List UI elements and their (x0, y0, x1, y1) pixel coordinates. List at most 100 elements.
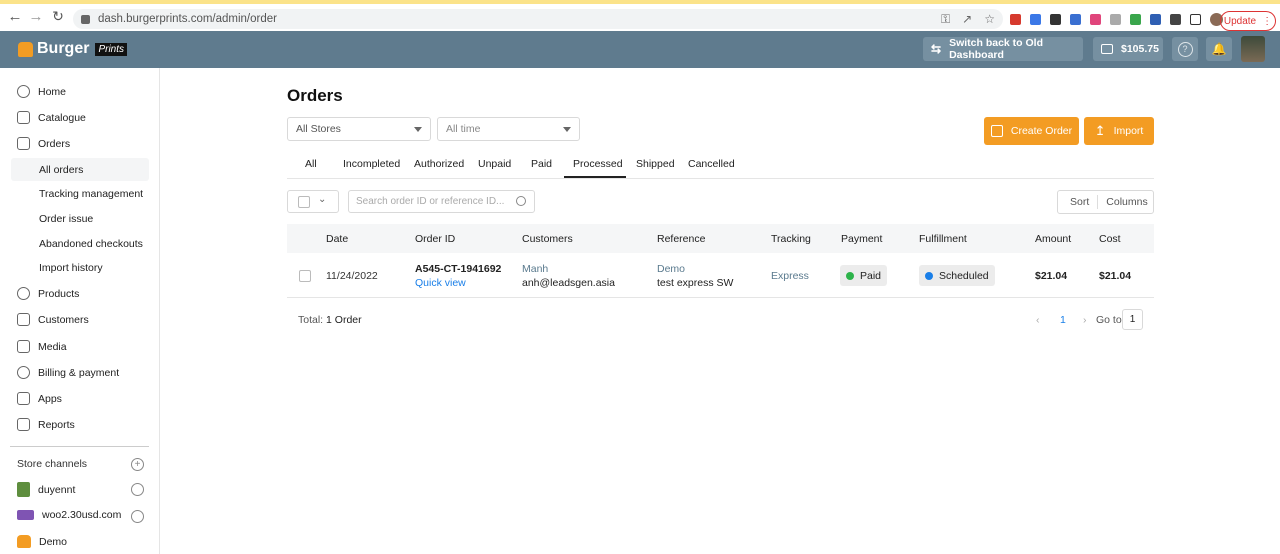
tab-all[interactable]: All (305, 158, 317, 170)
bulk-select-dropdown[interactable]: ⌄ (287, 190, 339, 213)
extension-icon[interactable] (1050, 14, 1061, 25)
sidebar-item-billing[interactable]: Billing & payment (17, 366, 119, 379)
time-filter-select[interactable]: All time (437, 117, 580, 141)
customer-email: anh@leadsgen.asia (522, 277, 615, 289)
tab-authorized[interactable]: Authorized (414, 158, 464, 170)
sidebar-subitem-abandoned-checkouts[interactable]: Abandoned checkouts (39, 238, 143, 250)
create-order-button[interactable]: Create Order (984, 117, 1079, 145)
switch-dashboard-button[interactable]: ⇆ Switch back to Old Dashboard (923, 37, 1083, 61)
sidebar-item-label: Apps (38, 392, 62, 405)
order-date: 11/24/2022 (326, 270, 378, 282)
row-checkbox[interactable] (299, 270, 311, 282)
billing-icon (17, 366, 30, 379)
column-header-amount: Amount (1035, 233, 1072, 245)
sidebar-item-media[interactable]: Media (17, 340, 67, 353)
add-channel-icon[interactable]: + (131, 458, 144, 471)
tab-paid[interactable]: Paid (531, 158, 552, 170)
balance-button[interactable]: $105.75 (1093, 37, 1163, 61)
forward-arrow-icon[interactable]: → (25, 5, 47, 27)
select-all-checkbox[interactable] (298, 196, 310, 208)
tab-shipped[interactable]: Shipped (636, 158, 675, 170)
key-icon[interactable]: ⚿ (941, 12, 950, 27)
caret-down-icon (414, 127, 422, 132)
table-row[interactable]: 11/24/2022 A545-CT-1941692 Quick view Ma… (287, 253, 1154, 298)
address-bar[interactable]: dash.burgerprints.com/admin/order ⚿ ↗ ☆ (73, 9, 1003, 29)
balance-value: $105.75 (1121, 43, 1159, 55)
order-amount: $21.04 (1035, 270, 1068, 282)
update-button[interactable]: Update ⋮ (1220, 11, 1276, 31)
back-arrow-icon[interactable]: ← (4, 5, 26, 27)
tab-processed[interactable]: Processed (573, 158, 623, 170)
sidebar-item-customers[interactable]: Customers (17, 313, 89, 326)
puzzle-icon[interactable] (1170, 14, 1181, 25)
catalogue-icon (17, 111, 30, 124)
extension-icon[interactable] (1130, 14, 1141, 25)
store-channel-woo[interactable]: woo2.30usd.com (17, 509, 121, 521)
extension-icon[interactable] (1110, 14, 1121, 25)
sidebar-item-apps[interactable]: Apps (17, 392, 62, 405)
home-icon (17, 85, 30, 98)
sidebar-item-label: Orders (38, 137, 71, 150)
upload-icon: ↥ (1094, 123, 1106, 138)
sidebar-item-products[interactable]: Products (17, 287, 79, 300)
total-value: 1 Order (326, 314, 362, 326)
sidebar-subitem-all-orders[interactable]: All orders (39, 164, 83, 176)
tab-incompleted[interactable]: Incompleted (343, 158, 400, 170)
reload-icon[interactable]: ↻ (47, 5, 69, 27)
search-placeholder: Search order ID or reference ID... (356, 196, 505, 207)
sidebar-subitem-import-history[interactable]: Import history (39, 262, 103, 274)
bell-icon[interactable]: 🔔 (1206, 37, 1232, 61)
store-channel-duyennt[interactable]: duyennt (17, 482, 75, 497)
table-controls: Sort Columns (1057, 190, 1154, 214)
sidebar-item-orders[interactable]: Orders (17, 137, 70, 150)
gear-icon[interactable] (131, 483, 144, 496)
tab-cancelled[interactable]: Cancelled (688, 158, 735, 170)
sidebar-subitem-tracking-management[interactable]: Tracking management (39, 188, 143, 200)
sidebar-item-label: Catalogue (38, 111, 86, 124)
sidepanel-icon[interactable] (1190, 14, 1201, 25)
orders-icon (17, 137, 30, 150)
prev-page-icon[interactable]: ‹ (1036, 314, 1040, 326)
next-page-icon[interactable]: › (1083, 314, 1087, 326)
order-id[interactable]: A545-CT-1941692 (415, 263, 501, 275)
caret-down-icon (563, 127, 571, 132)
store-filter-value: All Stores (296, 123, 341, 135)
translate-icon[interactable] (1030, 14, 1041, 25)
sidebar-subitem-order-issue[interactable]: Order issue (39, 213, 93, 225)
order-search-input[interactable]: Search order ID or reference ID... (348, 190, 535, 213)
sidebar-item-home[interactable]: Home (17, 85, 66, 98)
sidebar-item-reports[interactable]: Reports (17, 418, 75, 431)
goto-page-input[interactable]: 1 (1122, 309, 1143, 330)
scheduled-status-dot (925, 271, 933, 280)
avatar[interactable] (1241, 36, 1265, 62)
sort-button[interactable]: Sort (1070, 196, 1089, 208)
import-button[interactable]: ↥ Import (1084, 117, 1154, 145)
switch-dashboard-label: Switch back to Old Dashboard (949, 37, 1043, 61)
share-icon[interactable]: ↗ (962, 12, 972, 27)
extension-icon[interactable] (1090, 14, 1101, 25)
burger-icon (17, 535, 31, 548)
extension-icon[interactable] (1070, 14, 1081, 25)
customer-name[interactable]: Manh (522, 263, 548, 275)
payment-status-badge: Paid (840, 265, 888, 286)
star-icon[interactable]: ☆ (984, 12, 995, 27)
help-icon[interactable]: ? (1172, 37, 1198, 61)
sidebar-item-catalogue[interactable]: Catalogue (17, 111, 86, 124)
extension-icon[interactable] (1010, 14, 1021, 25)
quick-view-link[interactable]: Quick view (415, 277, 466, 289)
store-channel-demo[interactable]: Demo (17, 535, 67, 548)
tracking-link[interactable]: Express (771, 270, 809, 282)
extension-icon[interactable] (1150, 14, 1161, 25)
total-count: Total: 1 Order (298, 314, 362, 326)
reference-name[interactable]: Demo (657, 263, 685, 275)
sidebar-item-label: Billing & payment (38, 366, 120, 379)
burger-logo-icon (18, 41, 33, 57)
store-filter-select[interactable]: All Stores (287, 117, 431, 141)
gear-icon[interactable] (131, 510, 144, 523)
page-number-current[interactable]: 1 (1060, 314, 1066, 326)
fulfillment-status: Scheduled (939, 269, 989, 282)
tab-unpaid[interactable]: Unpaid (478, 158, 511, 170)
columns-button[interactable]: Columns (1106, 196, 1147, 208)
sidebar-item-label: Customers (38, 313, 89, 326)
logo[interactable]: Burger Prints (18, 40, 128, 58)
